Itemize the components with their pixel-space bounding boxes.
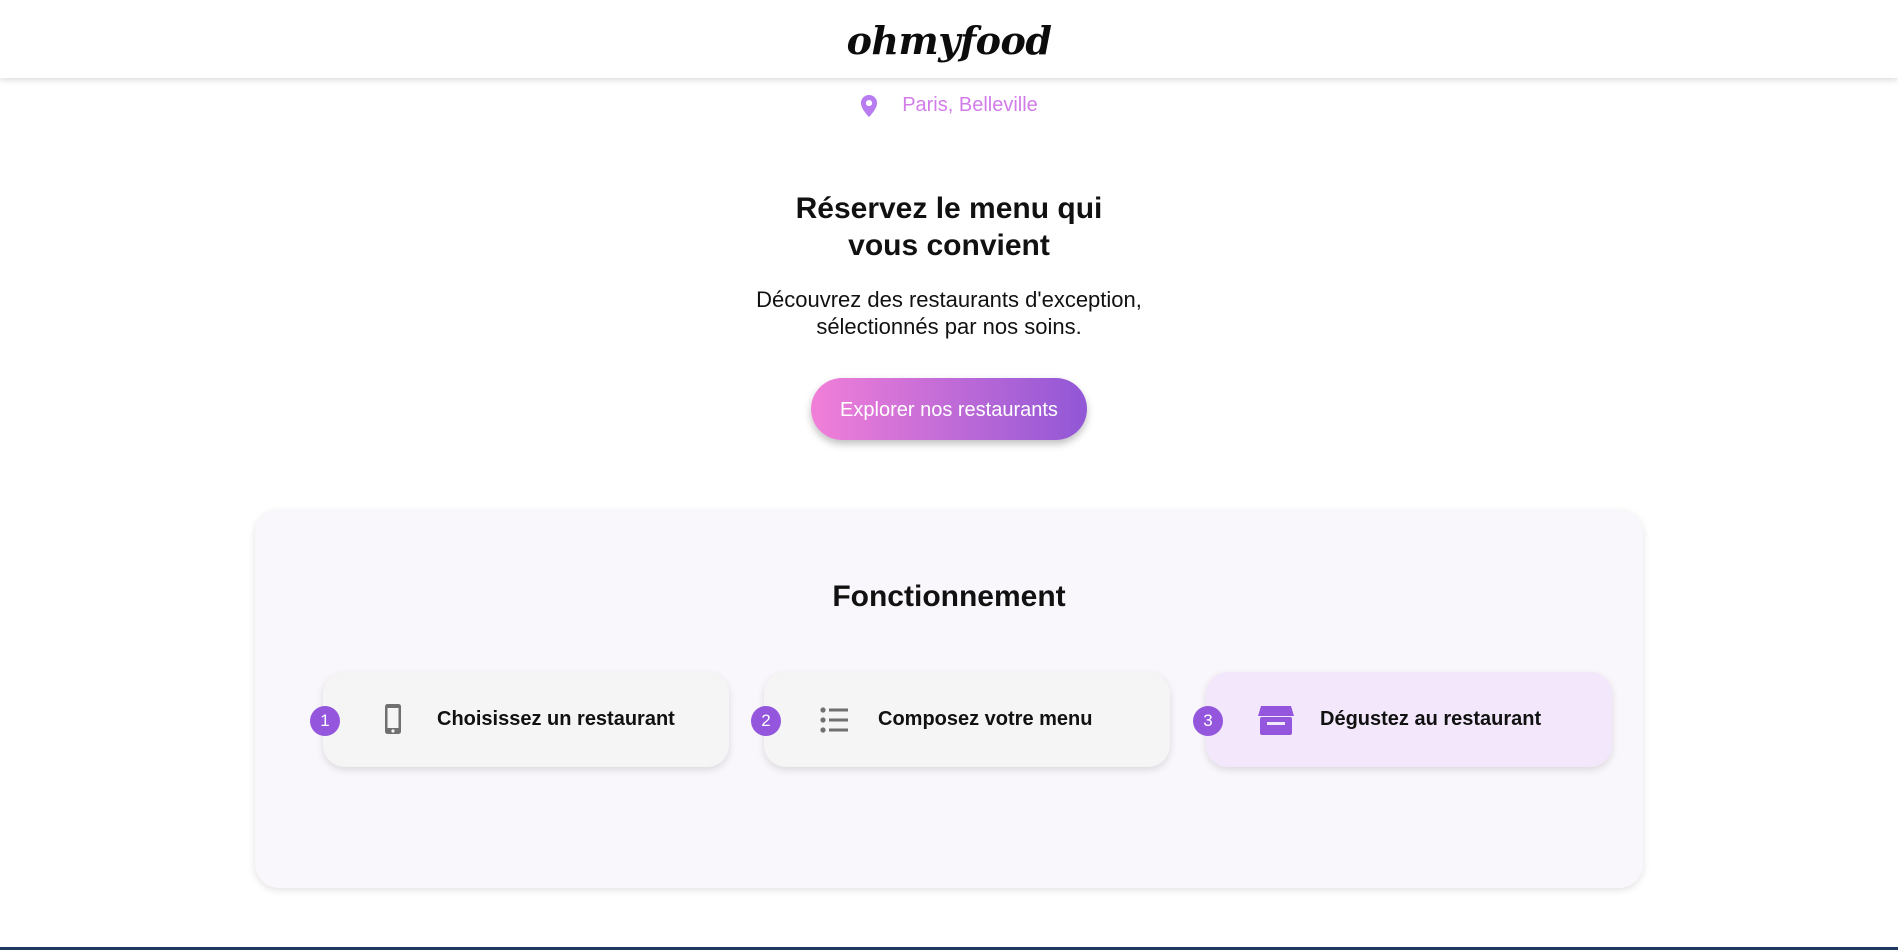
step-number-badge: 3 (1193, 706, 1223, 736)
hero-title: Réservez le menu qui vous convient (795, 192, 1103, 262)
step-card-1: 1 Choisissez un restaurant (310, 672, 729, 767)
explore-restaurants-button[interactable]: Explorer nos restaurants (811, 378, 1087, 440)
step-number-badge: 2 (751, 706, 781, 736)
section-title: Fonctionnement (832, 580, 1066, 613)
step-card-2: 2 Composez votre menu (751, 672, 1170, 767)
hero-section: Réservez le menu qui vous convient Décou… (0, 190, 1898, 440)
step-label: Composez votre menu (878, 708, 1093, 730)
step-card-3: 3 Dégustez au restaurant (1193, 672, 1612, 767)
how-it-works-section: Fonctionnement 1 Choisissez un restauran… (255, 510, 1643, 888)
step-label: Dégustez au restaurant (1320, 708, 1542, 730)
phone-icon (385, 703, 401, 734)
store-icon (1258, 705, 1294, 735)
map-pin-icon (861, 94, 878, 117)
list-icon (820, 706, 848, 733)
location-text: Paris, Belleville (902, 94, 1038, 116)
location-bar: Paris, Belleville (0, 94, 1898, 117)
logo[interactable]: ohmyfood (847, 18, 1052, 63)
site-header: ohmyfood (0, 0, 1898, 78)
step-number-badge: 1 (310, 706, 340, 736)
hero-subtitle: Découvrez des restaurants d'exception, s… (756, 287, 1142, 339)
step-label: Choisissez un restaurant (437, 708, 675, 730)
